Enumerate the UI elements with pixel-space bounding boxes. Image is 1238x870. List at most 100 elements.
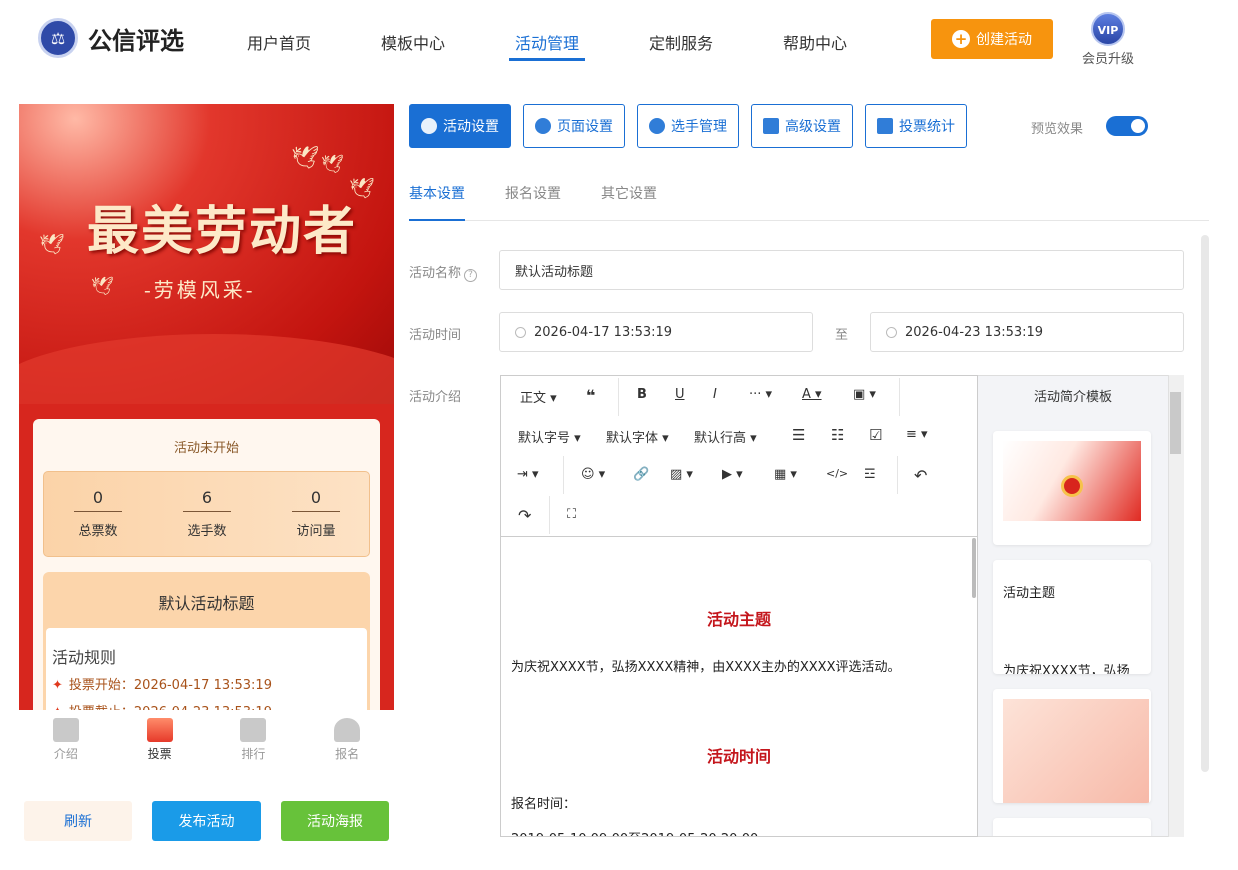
stat-label: 访问量 xyxy=(296,524,336,539)
activity-time-label: 活动时间 xyxy=(409,328,462,343)
dove-icon: 🕊 xyxy=(321,154,344,175)
bullet-list-icon[interactable]: ☰ xyxy=(792,426,805,444)
brand-logo[interactable]: ⚖ 公信评选 xyxy=(38,18,184,58)
tab-basic-settings[interactable]: 基本设置 xyxy=(409,183,465,203)
fullscreen-icon[interactable]: ⛶ xyxy=(567,507,576,522)
font-size-dropdown[interactable]: 默认字号 ▾ xyxy=(518,427,581,446)
undo-icon[interactable]: ↶ xyxy=(914,466,927,485)
banner-subtitle: -劳模风采- xyxy=(144,278,256,302)
rich-text-editor: 正文 ▾ ❝ B U I ··· ▾ A ▾ ▣ ▾ 默认字号 ▾ 默认字体 ▾… xyxy=(500,375,978,837)
crown-icon xyxy=(240,718,267,742)
document-icon xyxy=(52,718,79,742)
toolbar-separator xyxy=(899,378,900,416)
stat-label: 选手数 xyxy=(187,524,227,539)
line-height-dropdown[interactable]: 默认行高 ▾ xyxy=(694,427,757,446)
template-card[interactable] xyxy=(993,818,1151,836)
scales-icon: ⚖ xyxy=(38,18,78,58)
activity-banner: 🕊 🕊 🕊 🕊 🕊 最美劳动者 -劳模风采- xyxy=(19,104,394,404)
template-thumbnail xyxy=(1003,441,1141,521)
background-color-icon[interactable]: ▣ ▾ xyxy=(853,387,876,402)
video-icon[interactable]: ▶ ▾ xyxy=(722,467,743,482)
activity-poster-button[interactable]: 活动海报 xyxy=(281,801,389,841)
end-time-value: 2026-04-23 13:53:19 xyxy=(905,324,1044,340)
vote-statistics-button[interactable]: 投票统计 xyxy=(865,104,967,148)
tab-intro[interactable]: 介绍 xyxy=(19,710,113,770)
content-heading: 活动时间 xyxy=(706,747,771,766)
nav-item-activity[interactable]: 活动管理 xyxy=(515,30,579,54)
star-circle-icon xyxy=(421,118,437,134)
publish-activity-button[interactable]: 发布活动 xyxy=(152,801,261,841)
stat-visits: 0 访问量 xyxy=(276,488,356,539)
align-icon[interactable]: ≡ ▾ xyxy=(906,427,928,442)
tab-vote[interactable]: 投票 xyxy=(113,710,207,770)
tab-label: 投票 xyxy=(147,747,172,761)
activity-settings-button[interactable]: 活动设置 xyxy=(409,104,511,148)
subtab-active-indicator xyxy=(409,219,465,221)
nav-item-home[interactable]: 用户首页 xyxy=(247,30,311,54)
link-icon[interactable]: 🔗 xyxy=(633,467,649,482)
dove-icon: 🕊 xyxy=(291,146,319,171)
nav-item-help[interactable]: 帮助中心 xyxy=(783,30,847,54)
banner-wave xyxy=(19,334,394,404)
tab-signup[interactable]: 报名 xyxy=(300,710,394,770)
toolbar-separator xyxy=(563,456,564,494)
table-icon[interactable]: ▦ ▾ xyxy=(774,467,797,482)
help-icon[interactable]: ? xyxy=(464,269,478,282)
tab-other-settings[interactable]: 其它设置 xyxy=(601,183,657,203)
refresh-button[interactable]: 刷新 xyxy=(24,801,132,841)
redo-icon[interactable]: ↷ xyxy=(518,506,531,525)
editor-scrollbar[interactable] xyxy=(972,538,976,598)
tool-label: 高级设置 xyxy=(785,119,841,135)
content-paragraph: 报名时间： xyxy=(511,797,577,812)
nav-active-indicator xyxy=(509,58,585,61)
image-icon[interactable]: ▨ ▾ xyxy=(670,467,693,482)
advanced-settings-button[interactable]: 高级设置 xyxy=(751,104,853,148)
preview-effect-toggle[interactable] xyxy=(1106,116,1148,136)
rule-text: 投票开始：2026-04-17 13:53:19 xyxy=(68,678,272,693)
quote-icon[interactable]: ❝ xyxy=(586,386,595,405)
stat-total-votes: 0 总票数 xyxy=(58,488,138,539)
editor-toolbar: 正文 ▾ ❝ B U I ··· ▾ A ▾ ▣ ▾ 默认字号 ▾ 默认字体 ▾… xyxy=(501,376,977,537)
users-icon xyxy=(649,118,665,134)
sliders-icon xyxy=(763,118,779,134)
todo-icon[interactable]: ☑ xyxy=(869,426,882,444)
divider-icon[interactable]: ☲ xyxy=(864,467,876,482)
template-card[interactable] xyxy=(993,431,1151,545)
font-color-icon[interactable]: A ▾ xyxy=(802,387,822,402)
page-settings-button[interactable]: 页面设置 xyxy=(523,104,625,148)
activity-name-input[interactable]: 默认活动标题 xyxy=(499,250,1184,290)
emoji-icon[interactable]: ☺ ▾ xyxy=(581,467,605,482)
start-time-input[interactable]: 2026-04-17 13:53:19 xyxy=(499,312,813,352)
page-scrollbar[interactable] xyxy=(1201,235,1209,772)
create-activity-button[interactable]: + 创建活动 xyxy=(931,19,1053,59)
vip-upgrade[interactable]: VIP 会员升级 xyxy=(1078,12,1138,67)
paragraph-dropdown[interactable]: 正文 ▾ xyxy=(520,387,557,406)
content-paragraph: 为庆祝XXXX节，弘扬XXXX精神，由XXXX主办的XXXX评选活动。 xyxy=(511,660,901,675)
bold-icon[interactable]: B xyxy=(637,387,647,402)
tab-rank[interactable]: 排行 xyxy=(207,710,301,770)
template-scrollbar-thumb[interactable] xyxy=(1170,392,1181,454)
tab-signup-settings[interactable]: 报名设置 xyxy=(505,183,561,203)
underline-icon[interactable]: U xyxy=(675,387,685,402)
editor-content[interactable]: 活动主题 为庆祝XXXX节，弘扬XXXX精神，由XXXX主办的XXXX评选活动。… xyxy=(501,538,977,836)
brand-name: 公信评选 xyxy=(88,26,184,55)
dropdown-value: 默认行高 xyxy=(694,431,747,446)
end-time-input[interactable]: 2026-04-23 13:53:19 xyxy=(870,312,1184,352)
contestant-management-button[interactable]: 选手管理 xyxy=(637,104,739,148)
tool-label: 选手管理 xyxy=(671,119,727,135)
content-heading: 活动主题 xyxy=(706,610,771,629)
nav-item-templates[interactable]: 模板中心 xyxy=(381,30,445,54)
activity-title: 默认活动标题 xyxy=(158,594,255,613)
code-icon[interactable]: </> xyxy=(826,467,848,480)
more-icon[interactable]: ··· ▾ xyxy=(749,387,772,402)
activity-name-label: 活动名称? xyxy=(409,262,478,282)
tool-label: 活动设置 xyxy=(443,119,499,135)
indent-icon[interactable]: ⇥ ▾ xyxy=(517,467,539,482)
template-card[interactable]: 活动主题 为庆祝XXXX节，弘扬 xyxy=(993,560,1151,674)
nav-item-custom[interactable]: 定制服务 xyxy=(649,30,713,54)
font-family-dropdown[interactable]: 默认字体 ▾ xyxy=(606,427,669,446)
italic-icon[interactable]: I xyxy=(713,387,717,402)
template-card[interactable] xyxy=(993,689,1151,803)
stat-contestants: 6 选手数 xyxy=(167,488,247,539)
numbered-list-icon[interactable]: ☷ xyxy=(831,426,844,444)
